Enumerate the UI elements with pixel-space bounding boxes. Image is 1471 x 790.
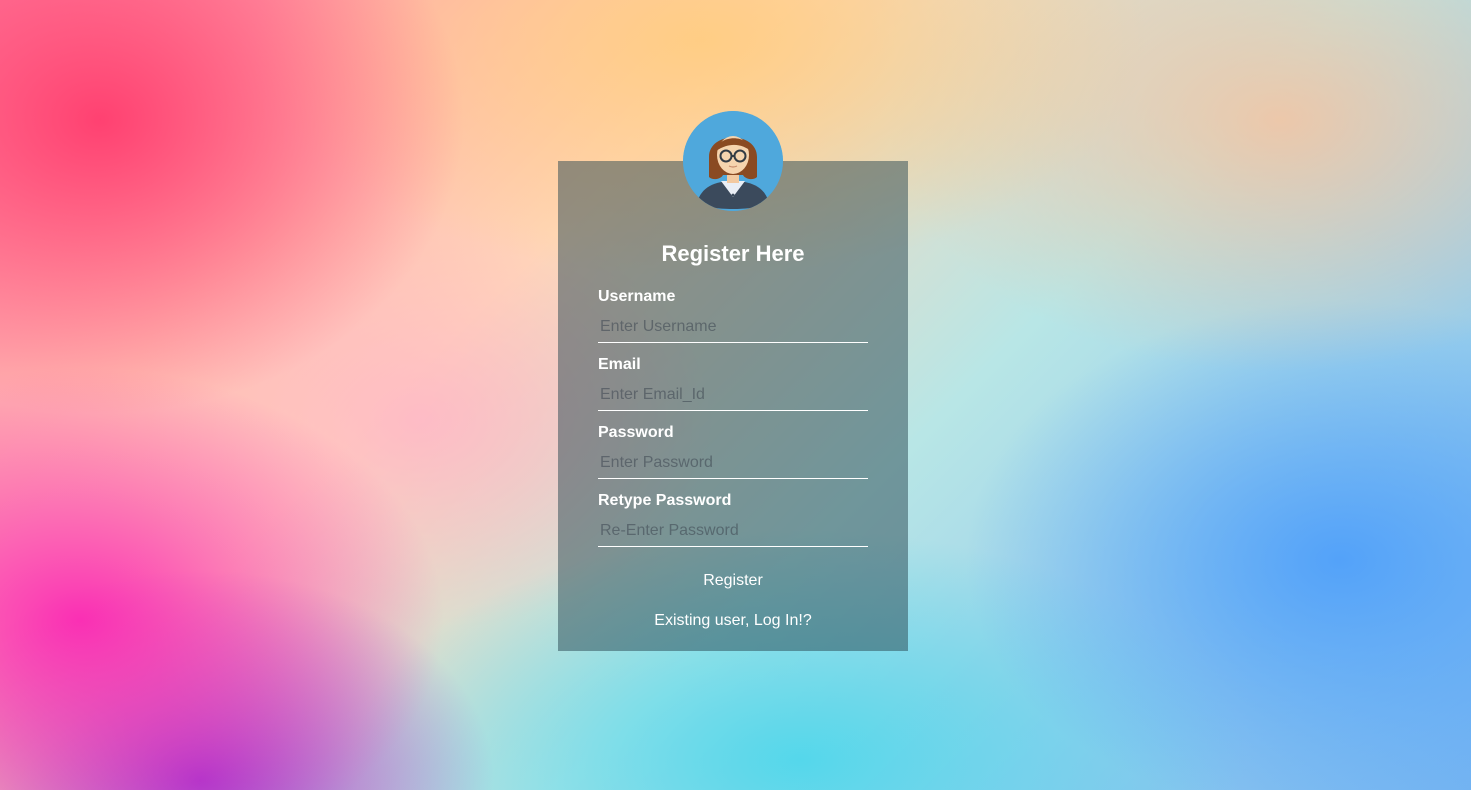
password-field-group: Password	[598, 423, 868, 479]
password-label: Password	[598, 424, 674, 441]
retype-password-field-group: Retype Password	[598, 491, 868, 547]
email-field-group: Email	[598, 355, 868, 411]
user-avatar-icon	[683, 111, 783, 211]
avatar	[683, 111, 783, 211]
username-input[interactable]	[598, 311, 868, 343]
form-title: Register Here	[661, 241, 805, 266]
username-field-group: Username	[598, 287, 868, 343]
email-label: Email	[598, 356, 641, 373]
email-input[interactable]	[598, 379, 868, 411]
retype-password-label: Retype Password	[598, 492, 732, 509]
register-card: Register Here Username Email Password Re…	[558, 161, 908, 651]
username-label: Username	[598, 288, 676, 305]
login-link[interactable]: Existing user, Log In!?	[558, 612, 908, 630]
retype-password-input[interactable]	[598, 515, 868, 547]
password-input[interactable]	[598, 447, 868, 479]
register-button[interactable]: Register	[598, 568, 868, 594]
